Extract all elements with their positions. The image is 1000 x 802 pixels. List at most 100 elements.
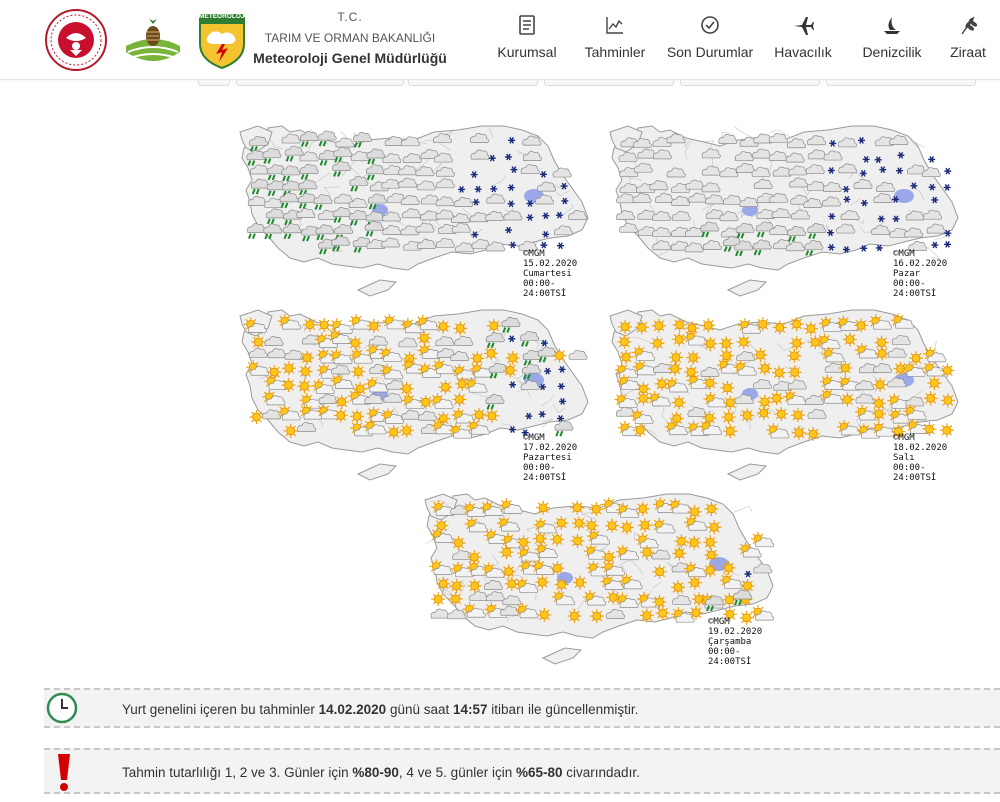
- sun-icon: [651, 318, 666, 333]
- update-time: 14:57: [453, 702, 488, 717]
- map-date: 19.02.2020: [708, 627, 763, 637]
- tab-stub[interactable]: [236, 80, 404, 86]
- tab-stub[interactable]: [544, 80, 674, 86]
- sun-icon: [789, 317, 804, 332]
- sun-icon: [536, 500, 551, 515]
- map-copyright: ©MGM: [523, 249, 545, 259]
- airplane-icon: [794, 17, 814, 35]
- sun-icon: [297, 379, 312, 394]
- sun-icon: [537, 607, 552, 622]
- sun-icon: [348, 336, 363, 351]
- sun-icon: [281, 378, 296, 393]
- forecast-map-day-1[interactable]: ©MGM 15.02.2020 Cumartesi 00:00-24:00TSİ: [238, 118, 598, 304]
- sun-icon: [650, 336, 665, 351]
- ministry-name: TARIM VE ORMAN BAKANLIĞI: [264, 31, 436, 45]
- nav-item-kurumsal[interactable]: Kurumsal: [484, 0, 570, 80]
- nav-label: Denizcilik: [862, 44, 922, 60]
- cloud-icon: [554, 420, 574, 431]
- map-caption: ©MGM 16.02.2020 Pazar 00:00-24:00TSİ: [893, 249, 968, 299]
- nav-item-ziraat[interactable]: Ziraat: [938, 0, 998, 80]
- forecast-map-day-3[interactable]: ©MGM 17.02.2020 Pazartesi 00:00-24:00TSİ: [238, 302, 598, 488]
- sun-icon: [619, 520, 634, 535]
- sun-icon: [249, 410, 264, 425]
- sun-icon: [589, 609, 604, 624]
- map-day: Salı: [893, 453, 915, 463]
- tab-strip: [0, 80, 1000, 86]
- forecast-map-day-2[interactable]: ©MGM 16.02.2020 Pazar 00:00-24:00TSİ: [608, 118, 968, 304]
- province-border: [934, 340, 938, 353]
- sun-icon: [417, 331, 432, 346]
- map-caption: ©MGM 18.02.2020 Salı 00:00-24:00TSİ: [893, 433, 968, 483]
- sun-icon: [281, 361, 296, 376]
- tab-stub[interactable]: [198, 80, 230, 86]
- sun-icon: [927, 376, 942, 391]
- sun-icon: [940, 363, 955, 378]
- sun-icon: [702, 376, 717, 391]
- sun-icon: [451, 535, 466, 550]
- forecast-map-day-4[interactable]: ©MGM 18.02.2020 Salı 00:00-24:00TSİ: [608, 302, 968, 488]
- nav-item-havacilik[interactable]: Havacılık: [760, 0, 846, 80]
- sun-icon: [499, 545, 514, 560]
- sun-icon: [670, 580, 685, 595]
- sun-icon: [453, 321, 468, 336]
- sun-icon: [501, 564, 516, 579]
- sun-icon: [704, 501, 719, 516]
- nav-item-son-durumlar[interactable]: Son Durumlar: [660, 0, 760, 80]
- sun-icon: [721, 410, 736, 425]
- organization-title[interactable]: T.C. TARIM VE ORMAN BAKANLIĞI Meteoroloj…: [252, 10, 448, 66]
- snow-icon: [540, 241, 548, 249]
- sun-icon: [772, 320, 787, 335]
- meteo-logo-text: METEOROLOJI: [199, 13, 245, 20]
- sun-icon: [399, 423, 414, 438]
- partly-cloudy-icon: [751, 531, 775, 548]
- nav-item-denizcilik[interactable]: Denizcilik: [846, 0, 938, 80]
- map-copyright: ©MGM: [523, 433, 545, 443]
- sun-icon: [535, 575, 550, 590]
- sun-icon: [687, 504, 702, 519]
- sun-icon: [570, 533, 585, 548]
- ministry-logo[interactable]: [44, 8, 108, 72]
- sun-icon: [552, 348, 567, 363]
- sun-icon: [806, 426, 821, 441]
- sun-icon: [317, 317, 332, 332]
- tab-stub[interactable]: [826, 80, 976, 86]
- sun-icon: [448, 591, 463, 606]
- tarim-orman-surasi-logo[interactable]: [120, 6, 186, 72]
- sun-icon: [787, 348, 802, 363]
- forecast-map-day-5[interactable]: ©MGM 19.02.2020 Çarşamba 00:00-24:00TSİ: [423, 486, 783, 672]
- map-date: 18.02.2020: [893, 443, 948, 453]
- map-copyright: ©MGM: [893, 433, 915, 443]
- tab-stub[interactable]: [680, 80, 820, 86]
- map-time: 00:00-24:00TSİ: [708, 647, 752, 667]
- sun-icon: [634, 320, 649, 335]
- sun-icon: [701, 318, 716, 333]
- sun-icon: [687, 575, 702, 590]
- accuracy-range-2: %65-80: [515, 765, 563, 780]
- organization-name: Meteoroloji Genel Müdürlüğü: [253, 50, 447, 66]
- accuracy-range-1: %80-90: [352, 765, 399, 780]
- snow-icon: [931, 241, 939, 249]
- sun-icon: [753, 347, 768, 362]
- sun-icon: [787, 365, 802, 380]
- sun-icon: [772, 365, 787, 380]
- sun-icon: [618, 319, 633, 334]
- nav-item-tahminler[interactable]: Tahminler: [570, 0, 660, 80]
- sun-icon: [757, 361, 772, 376]
- cyprus-landmass: [541, 647, 583, 665]
- sun-icon: [505, 351, 520, 366]
- tab-stub[interactable]: [408, 80, 538, 86]
- sun-icon: [605, 518, 620, 533]
- sun-icon: [740, 408, 755, 423]
- sun-icon: [803, 321, 818, 336]
- sun-icon: [667, 361, 682, 376]
- cloud-icon: [317, 130, 337, 141]
- nav-label: Ziraat: [950, 44, 986, 60]
- sun-icon: [808, 335, 823, 350]
- map-time: 00:00-24:00TSİ: [523, 463, 567, 483]
- sun-icon: [669, 350, 684, 365]
- cloud-icon: [352, 131, 372, 142]
- sun-icon: [873, 377, 888, 392]
- map-time: 00:00-24:00TSİ: [893, 279, 937, 299]
- cloud-icon: [430, 608, 450, 619]
- sun-icon: [755, 317, 770, 332]
